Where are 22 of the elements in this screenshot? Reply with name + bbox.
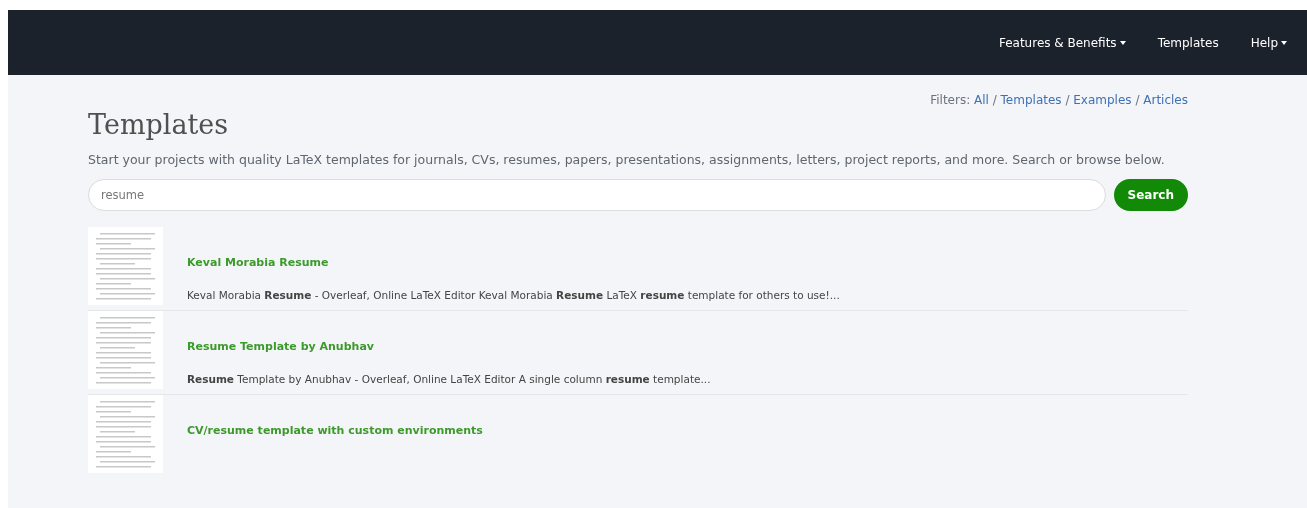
filter-link[interactable]: Articles xyxy=(1143,93,1188,107)
result-title-link[interactable]: Keval Morabia Resume xyxy=(187,255,840,272)
intro-text: Start your projects with quality LaTeX templates for journals, CVs, resumes, papers, presentations, assignments, letters, project reports, and more. Search or browse below. xyxy=(88,151,1166,170)
result-title-link[interactable]: Resume Template by Anubhav xyxy=(187,339,711,356)
separator-text: / xyxy=(991,93,998,107)
filter-link[interactable]: All xyxy=(974,93,989,107)
filter-link[interactable]: Templates xyxy=(1000,93,1062,107)
result-snippet: Keval Morabia Resume - Overleaf, Online LaTeX Editor Keval Morabia Resume LaTeX resume template for others to use!... xyxy=(187,287,840,303)
separator-text: / xyxy=(1134,93,1141,107)
caret-icon xyxy=(1119,41,1126,45)
result-title-link[interactable]: CV/resume template with custom environments xyxy=(187,423,483,440)
filter-link[interactable]: Examples xyxy=(1073,93,1132,107)
result-snippet: Resume Template by Anubhav - Overleaf, Online LaTeX Editor A single column resume template... xyxy=(187,371,711,387)
nav-link[interactable]: Help xyxy=(1234,33,1303,52)
nav-link[interactable]: Features & Benefits xyxy=(982,33,1142,52)
search-button[interactable]: Search xyxy=(1113,179,1188,212)
page-heading: Templates xyxy=(88,109,230,142)
search-field[interactable]: resume xyxy=(88,179,1106,212)
caret-icon xyxy=(1281,41,1287,45)
filters-label: Filters: xyxy=(930,93,972,107)
nav-link[interactable]: Templates xyxy=(1141,33,1235,52)
separator-text: / xyxy=(1064,93,1071,107)
